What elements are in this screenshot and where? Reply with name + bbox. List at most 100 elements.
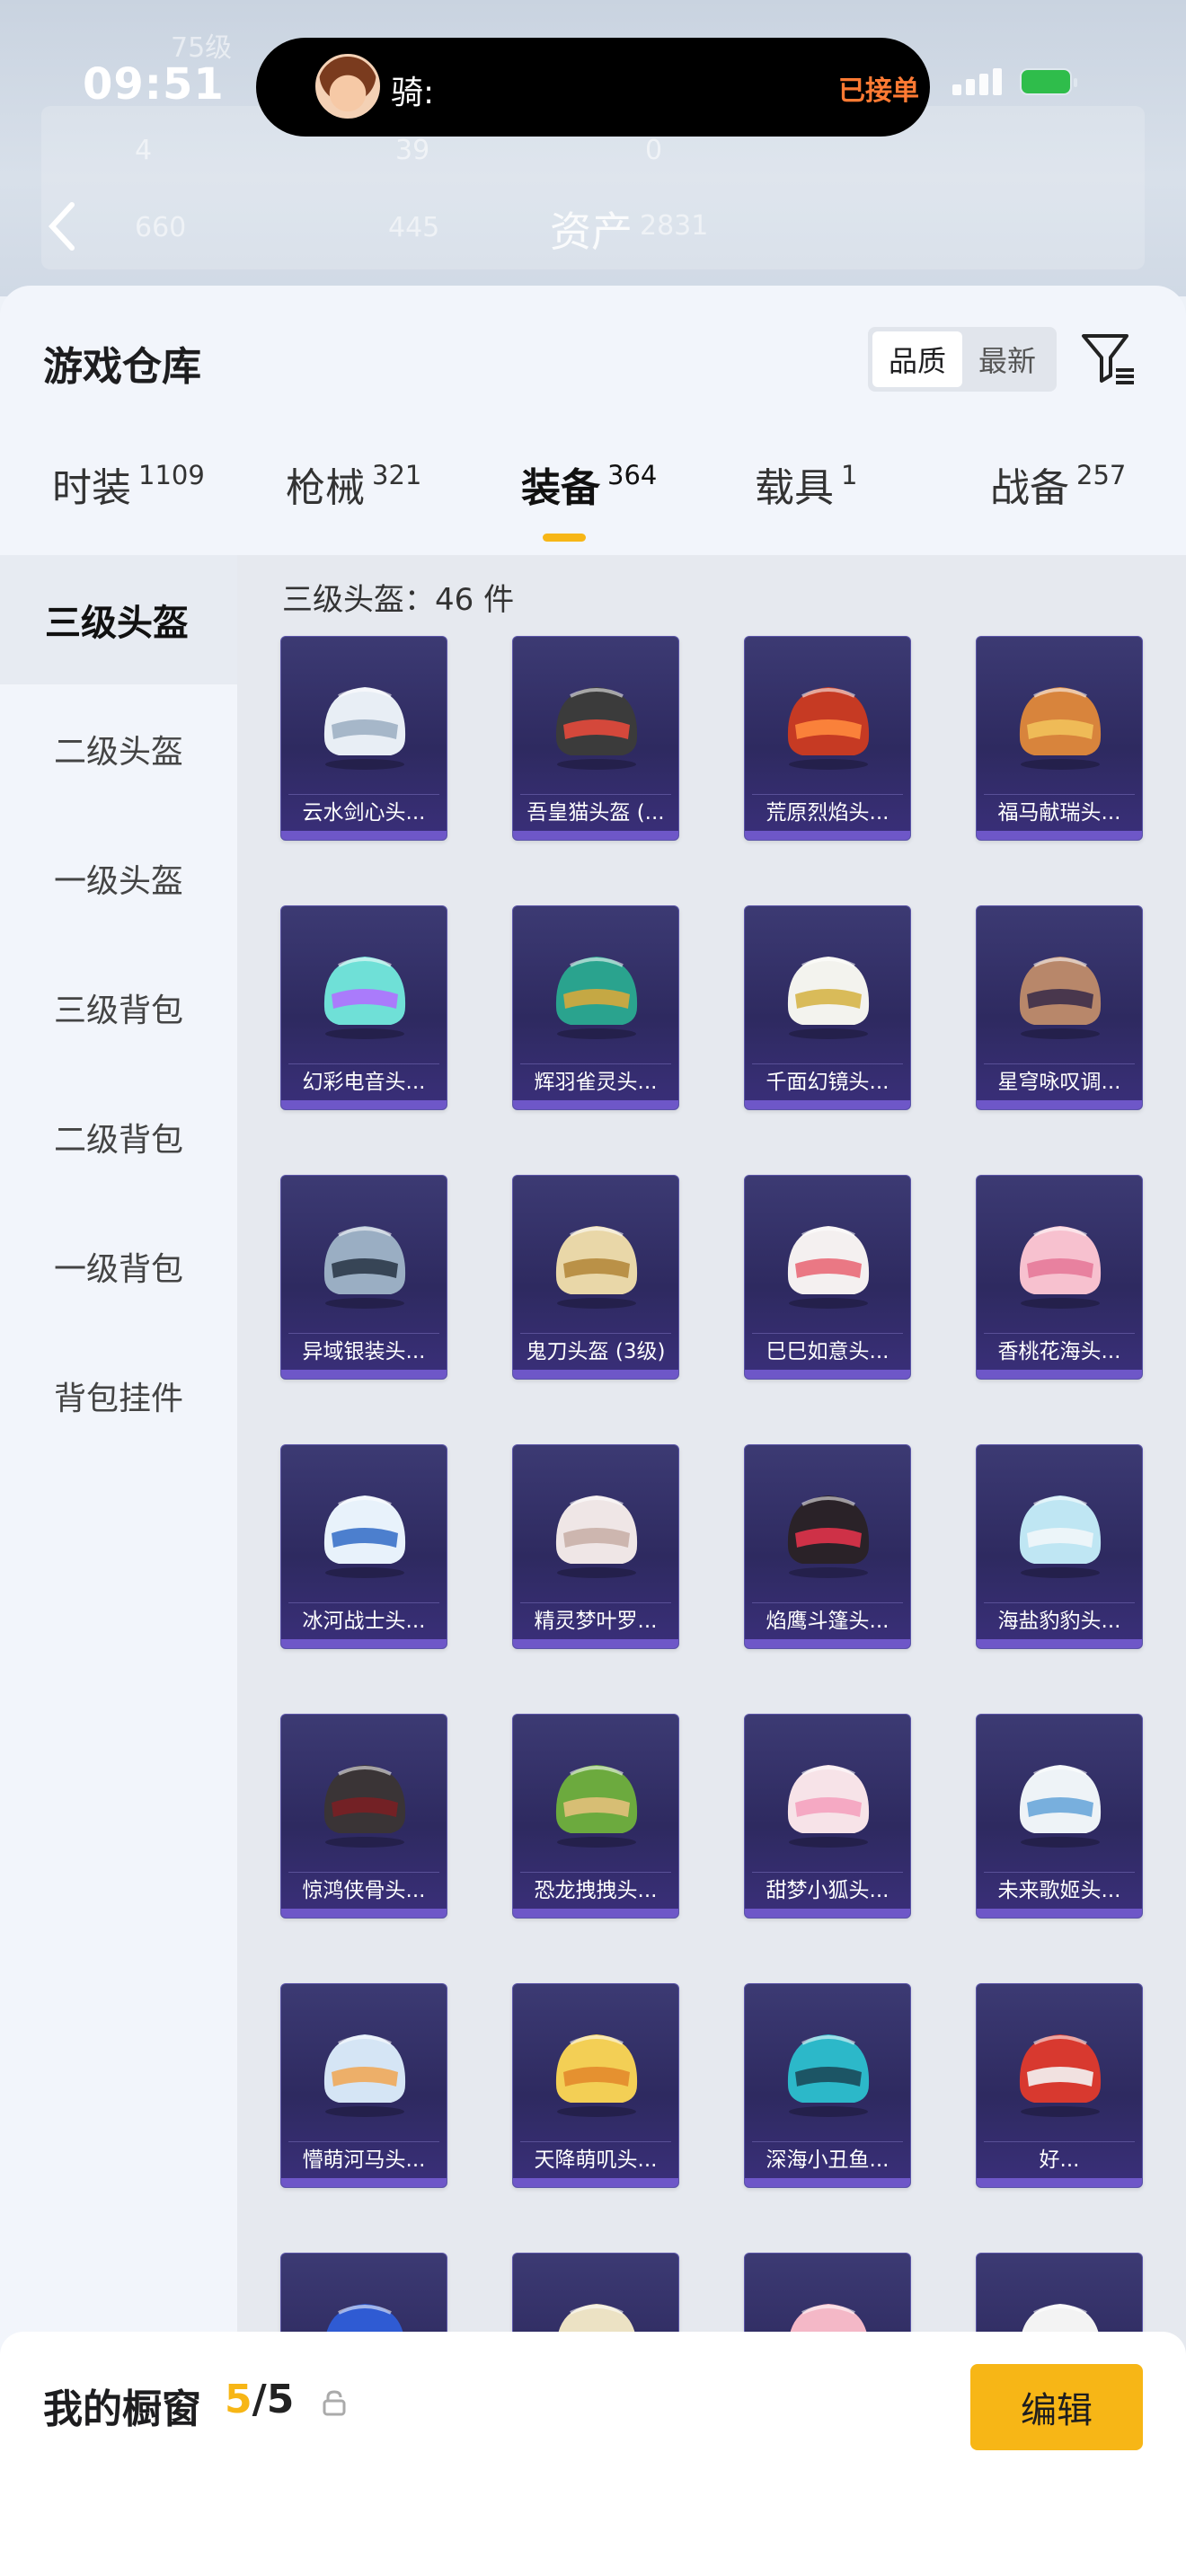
item-card[interactable]: 幻彩电音头... — [280, 905, 447, 1110]
helmet-icon — [1019, 1495, 1102, 1578]
sidebar-item-level2-backpack[interactable]: 二级背包 — [0, 1072, 237, 1202]
item-card[interactable]: 天降萌叽头... — [512, 1983, 679, 2188]
item-card[interactable]: 冰河战士头... — [280, 1444, 447, 1649]
item-name: 千面幻镜头... — [766, 1071, 890, 1094]
tab-equipment[interactable]: 装备 364 — [521, 453, 657, 553]
item-card[interactable]: 海盐豹豹头... — [976, 1444, 1143, 1649]
helmet-icon — [787, 1226, 870, 1309]
tab-guns[interactable]: 枪械 321 — [286, 453, 421, 553]
helmet-icon — [1019, 957, 1102, 1039]
card-quality-stripe — [977, 1370, 1142, 1379]
item-card[interactable]: 异域银装头... — [280, 1175, 447, 1380]
back-chevron-icon[interactable] — [41, 199, 86, 253]
item-card[interactable]: 福马献瑞头... — [976, 636, 1143, 841]
tab-fashion[interactable]: 时装 1109 — [52, 453, 205, 553]
card-quality-stripe — [281, 2178, 447, 2187]
filter-icon[interactable] — [1078, 329, 1137, 388]
card-quality-stripe — [281, 1370, 447, 1379]
item-name: 星穹咏叹调... — [997, 1071, 1121, 1094]
card-quality-stripe — [745, 1370, 910, 1379]
item-card[interactable]: 惊鸿侠骨头... — [280, 1714, 447, 1919]
showcase-bar: 我的橱窗 5/5 编辑 — [0, 2332, 1186, 2576]
sort-toggle: 品质 最新 — [868, 327, 1057, 392]
card-quality-stripe — [513, 1909, 678, 1918]
card-quality-stripe — [281, 831, 447, 840]
item-name: 天降萌叽头... — [534, 2148, 658, 2172]
sidebar-item-level2-helmet[interactable]: 二级头盔 — [0, 684, 237, 814]
card-quality-stripe — [977, 2178, 1142, 2187]
helmet-icon — [555, 687, 638, 770]
background-stat: 445 — [388, 212, 440, 243]
helmet-icon — [555, 2034, 638, 2117]
item-name: 荒原烈焰头... — [766, 801, 890, 825]
helmet-icon — [323, 1765, 406, 1848]
section-title: 三级头盔：46 件 — [282, 582, 515, 618]
card-quality-stripe — [745, 1909, 910, 1918]
item-name: 好... — [1039, 2148, 1080, 2172]
card-quality-stripe — [281, 1639, 447, 1648]
item-card[interactable]: 星穹咏叹调... — [976, 905, 1143, 1110]
helmet-icon — [1019, 2034, 1102, 2117]
sidebar-item-level3-backpack[interactable]: 三级背包 — [0, 943, 237, 1072]
tab-label: 枪械 — [286, 465, 365, 511]
item-card[interactable]: 鬼刀头盔 (3级) — [512, 1175, 679, 1380]
item-card[interactable]: 云水剑心头... — [280, 636, 447, 841]
item-name: 福马献瑞头... — [997, 801, 1121, 825]
sidebar-item-backpack-charm[interactable]: 背包挂件 — [0, 1331, 237, 1460]
item-card[interactable]: 深海小丑鱼... — [744, 1983, 911, 2188]
showcase-label: 我的橱窗 — [43, 2386, 201, 2432]
item-card[interactable]: 懵萌河马头... — [280, 1983, 447, 2188]
item-name: 深海小丑鱼... — [766, 2148, 890, 2172]
item-name: 冰河战士头... — [302, 1610, 426, 1633]
item-card[interactable]: 未来歌姬头... — [976, 1714, 1143, 1919]
item-card[interactable]: 恐龙拽拽头... — [512, 1714, 679, 1919]
tab-vehicles[interactable]: 载具 1 — [755, 453, 857, 553]
item-card[interactable]: 荒原烈焰头... — [744, 636, 911, 841]
item-card[interactable]: 吾皇猫头盔 (... — [512, 636, 679, 841]
item-name: 焰鹰斗篷头... — [766, 1610, 890, 1633]
item-card[interactable]: 甜梦小狐头... — [744, 1714, 911, 1919]
sidebar-item-level1-helmet[interactable]: 一级头盔 — [0, 814, 237, 943]
item-name: 鬼刀头盔 (3级) — [526, 1340, 666, 1363]
edit-button[interactable]: 编辑 — [970, 2364, 1143, 2450]
lock-icon[interactable] — [322, 2389, 347, 2416]
item-card[interactable]: 香桃花海头... — [976, 1175, 1143, 1380]
helmet-icon — [555, 957, 638, 1039]
item-card[interactable]: 辉羽雀灵头... — [512, 905, 679, 1110]
sidebar-item-level1-backpack[interactable]: 一级背包 — [0, 1202, 237, 1331]
sidebar-item-level3-helmet[interactable]: 三级头盔 — [0, 555, 237, 684]
card-quality-stripe — [745, 1639, 910, 1648]
item-card[interactable]: 焰鹰斗篷头... — [744, 1444, 911, 1649]
helmet-icon — [1019, 1226, 1102, 1309]
card-quality-stripe — [513, 1370, 678, 1379]
helmet-icon — [787, 687, 870, 770]
showcase-current: 5 — [225, 2377, 252, 2422]
sort-quality-button[interactable]: 品质 — [872, 331, 962, 387]
card-quality-stripe — [977, 1100, 1142, 1109]
tab-label: 载具 — [755, 465, 834, 511]
card-quality-stripe — [513, 2178, 678, 2187]
item-name: 懵萌河马头... — [302, 2148, 426, 2172]
dynamic-island[interactable]: 骑: 已接单 — [256, 38, 930, 137]
item-card[interactable]: 巳巳如意头... — [744, 1175, 911, 1380]
card-quality-stripe — [745, 1100, 910, 1109]
item-card[interactable]: 千面幻镜头... — [744, 905, 911, 1110]
island-order-status: 已接单 — [838, 75, 919, 107]
item-name: 甜梦小狐头... — [766, 1879, 890, 1902]
showcase-count: 5/5 — [225, 2377, 294, 2422]
cellular-signal-icon — [952, 68, 1002, 95]
background-stat: 0 — [645, 135, 663, 166]
item-name: 巳巳如意头... — [766, 1340, 890, 1363]
tab-count: 1 — [841, 460, 858, 490]
helmet-icon — [323, 2034, 406, 2117]
item-card[interactable]: 精灵梦叶罗... — [512, 1444, 679, 1649]
tab-count: 321 — [372, 460, 422, 490]
item-card[interactable]: 好... — [976, 1983, 1143, 2188]
showcase-total: /5 — [252, 2377, 295, 2422]
tab-count: 257 — [1076, 460, 1127, 490]
sort-newest-button[interactable]: 最新 — [962, 331, 1052, 387]
tab-supplies[interactable]: 战备 257 — [990, 453, 1126, 553]
helmet-icon — [787, 1495, 870, 1578]
card-quality-stripe — [281, 1100, 447, 1109]
island-name: 骑: — [391, 75, 435, 111]
